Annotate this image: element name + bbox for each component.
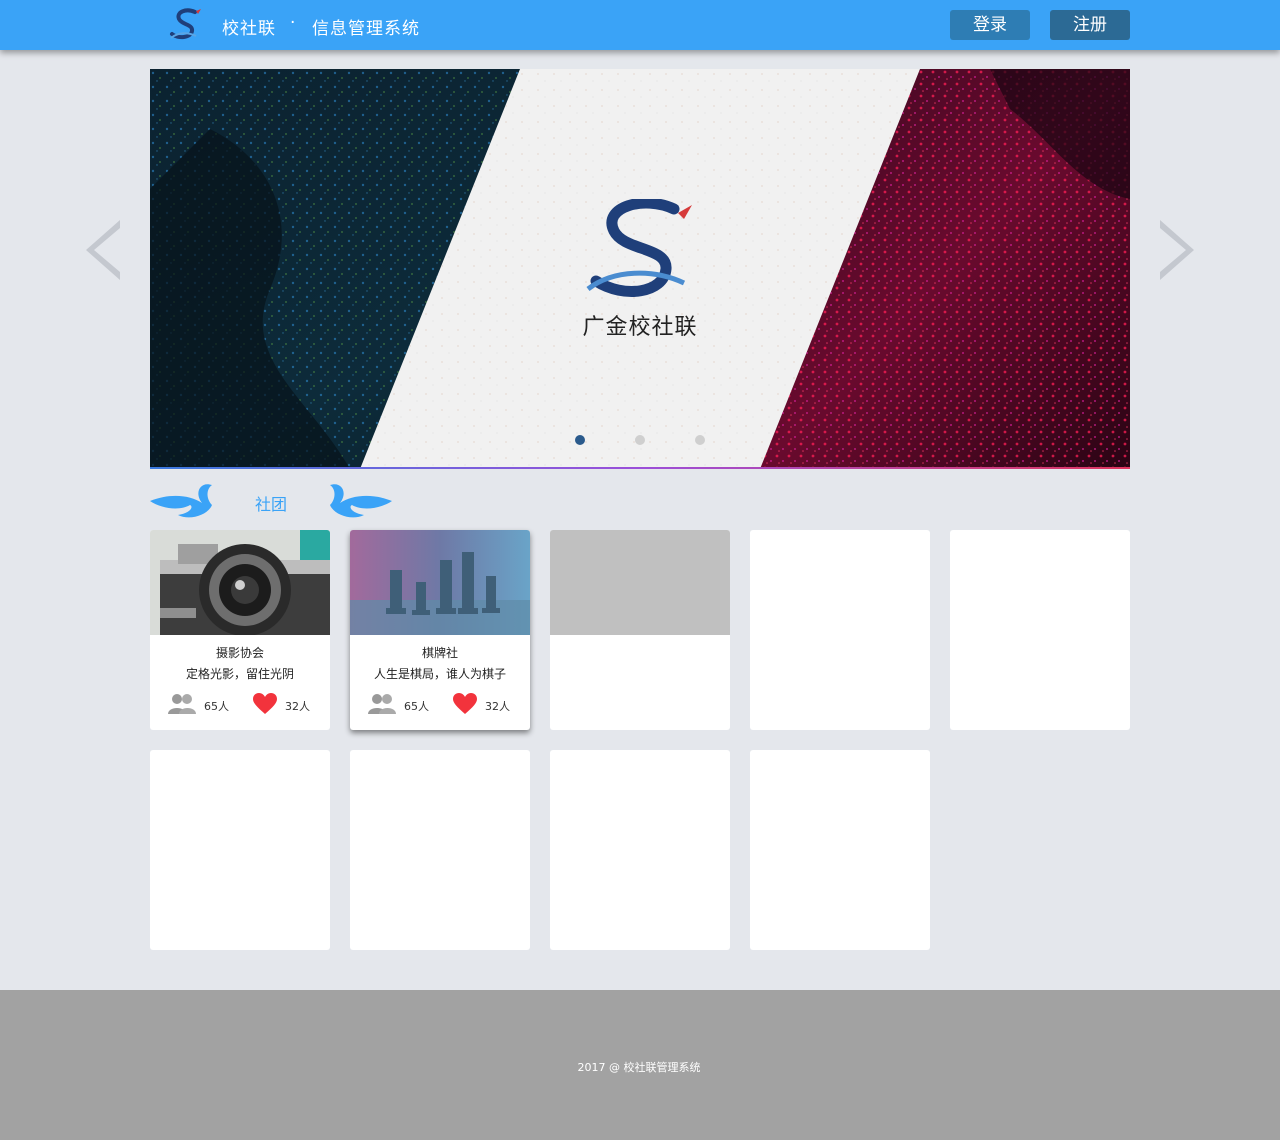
likes-count: 32人 [285,700,310,713]
page-footer: 2017 @ 校社联管理系统 [0,990,1280,1140]
register-button[interactable]: 注册 [1050,10,1130,40]
club-card[interactable]: 摄影协会 定格光影，留住光阴 65人 32人 [150,530,330,730]
club-photo-camera [150,530,330,635]
club-stats: 65人 32人 [350,692,530,718]
members-count: 65人 [204,700,229,713]
club-name: 摄影协会 [215,646,264,660]
carousel-indicator-3[interactable] [695,435,705,445]
carousel-indicator-1[interactable] [575,435,585,445]
club-card[interactable]: 棋牌社 人生是棋局，谁人为棋子 65人 32人 [350,530,530,730]
club-card-empty[interactable] [750,750,930,950]
club-stats: 65人 32人 [150,692,330,718]
footer-copyright: 2017 @ 校社联管理系统 [577,1061,701,1074]
logo-icon[interactable] [168,8,204,42]
heart-icon[interactable] [453,693,477,715]
banner-title: 广金校社联 [582,315,698,340]
brand-name: 校社联 [222,19,276,39]
heart-icon[interactable] [253,693,277,715]
login-button[interactable]: 登录 [950,10,1030,40]
banner-logo-icon [586,199,692,297]
club-motto: 定格光影，留住光阴 [185,667,294,681]
carousel-indicator-2[interactable] [635,435,645,445]
section-wave-left-icon [150,484,212,518]
title-separator: · [290,13,296,33]
banner-carousel[interactable]: 广金校社联 [150,69,1130,469]
section-wave-right-icon [330,484,392,518]
carousel-prev-arrow-icon[interactable] [82,218,122,282]
club-card-empty[interactable] [750,530,930,730]
likes-count: 32人 [485,700,510,713]
carousel-next-arrow-icon[interactable] [1158,218,1198,282]
banner-bottom-line [150,467,1130,469]
members-icon [168,694,196,714]
club-card-placeholder[interactable] [550,530,730,730]
top-header: 校社联 · 信息管理系统 登录 注册 [0,0,1280,50]
members-icon [368,694,396,714]
club-card-empty[interactable] [150,750,330,950]
club-motto: 人生是棋局，谁人为棋子 [373,667,506,681]
members-count: 65人 [404,700,429,713]
club-photo-chess [350,530,530,635]
club-image-placeholder [550,530,730,635]
club-card-empty[interactable] [950,530,1130,730]
system-subtitle: 信息管理系统 [312,19,420,39]
club-name: 棋牌社 [421,646,458,660]
section-title: 社团 [255,495,288,514]
club-card-empty[interactable] [550,750,730,950]
club-card-empty[interactable] [350,750,530,950]
